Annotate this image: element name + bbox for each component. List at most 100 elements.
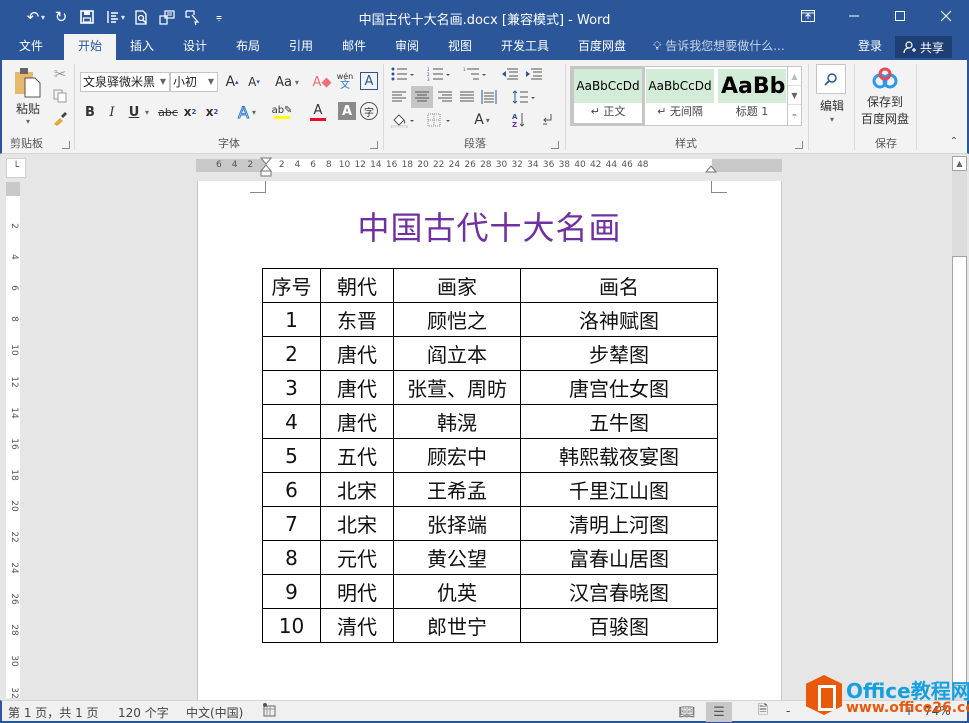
dynasty-cell[interactable]: 明代 xyxy=(320,574,394,609)
font-launcher-icon[interactable] xyxy=(370,141,378,149)
phonetic-guide-icon[interactable]: wén 文 xyxy=(334,70,356,92)
borders-icon[interactable] xyxy=(425,110,455,130)
paintings-table[interactable]: 序号 朝代 画家 画名 1 东晋 顾恺之 洛神赋图 2 唐代 阎立本 步辇图 3 唐代 张萱、周昉唐… xyxy=(262,268,718,643)
numbering-icon[interactable]: 123 xyxy=(425,64,455,84)
index-cell[interactable]: 2 xyxy=(262,336,321,371)
save-to-baidu-netdisk-button[interactable]: 保存到 百度网盘 xyxy=(856,64,914,130)
font-name-combobox[interactable]: 文泉驿微米黑 ▼ xyxy=(80,72,170,92)
painter-cell[interactable]: 顾宏中 xyxy=(393,438,521,473)
character-shading-icon[interactable]: A xyxy=(338,102,356,120)
tab-selector[interactable]: └ xyxy=(6,158,26,178)
underline-dropdown-icon[interactable]: ▾ xyxy=(142,102,152,122)
tab-baidu-netdisk[interactable]: 百度网盘 xyxy=(570,34,634,60)
minimize-button[interactable] xyxy=(831,0,877,32)
vertical-scrollbar[interactable]: ▲ xyxy=(952,156,967,700)
format-painter-icon[interactable] xyxy=(50,108,70,128)
line-spacing-icon[interactable] xyxy=(509,87,541,107)
web-layout-icon[interactable]: 🗎︎ xyxy=(750,702,776,722)
painting-cell[interactable]: 百骏图 xyxy=(520,608,718,643)
painting-cell[interactable]: 五牛图 xyxy=(520,404,718,439)
editing-dropdown-icon[interactable]: ▾ xyxy=(812,114,852,124)
right-indent-marker[interactable] xyxy=(705,165,717,173)
login-link[interactable]: 登录 xyxy=(858,34,882,60)
painting-cell[interactable]: 富春山居图 xyxy=(520,540,718,575)
scroll-up-icon[interactable]: ▲ xyxy=(952,156,967,171)
multilevel-list-icon[interactable]: 1 xyxy=(461,64,491,84)
bold-icon[interactable]: B xyxy=(80,102,100,122)
maximize-button[interactable] xyxy=(877,0,923,32)
align-left-icon[interactable] xyxy=(389,87,409,107)
clear-formatting-icon[interactable]: A◆ xyxy=(312,72,332,92)
first-line-indent-marker[interactable] xyxy=(260,157,272,177)
subscript-icon[interactable]: x2 xyxy=(180,102,200,122)
tab-references[interactable]: 引用 xyxy=(279,34,323,60)
paragraph-launcher-icon[interactable] xyxy=(551,141,559,149)
font-color-button[interactable]: A xyxy=(302,100,334,124)
painting-cell[interactable]: 汉宫春晓图 xyxy=(520,574,718,609)
painter-cell[interactable]: 张择端 xyxy=(393,506,521,541)
superscript-icon[interactable]: x2 xyxy=(202,102,222,122)
painting-cell[interactable]: 清明上河图 xyxy=(520,506,718,541)
header-cell[interactable]: 画家 xyxy=(393,268,521,303)
read-mode-icon[interactable]: 📖︎ xyxy=(674,702,700,722)
index-cell[interactable]: 6 xyxy=(262,472,321,507)
painting-cell[interactable]: 步辇图 xyxy=(520,336,718,371)
decrease-indent-icon[interactable] xyxy=(499,64,521,84)
tab-review[interactable]: 审阅 xyxy=(385,34,429,60)
collapse-ribbon-icon[interactable]: ⌃ xyxy=(946,134,962,148)
dynasty-cell[interactable]: 五代 xyxy=(320,438,394,473)
index-cell[interactable]: 5 xyxy=(262,438,321,473)
index-cell[interactable]: 9 xyxy=(262,574,321,609)
vertical-ruler[interactable]: 2 4 6 8 10 12 14 16 18 20 22 24 26 28 30 32 xyxy=(6,182,20,698)
index-cell[interactable]: 8 xyxy=(262,540,321,575)
header-cell[interactable]: 序号 xyxy=(262,268,321,303)
shrink-font-icon[interactable]: A ▾ xyxy=(244,72,264,92)
copy-icon[interactable] xyxy=(50,86,70,106)
painting-cell[interactable]: 千里江山图 xyxy=(520,472,718,507)
dynasty-cell[interactable]: 北宋 xyxy=(320,472,394,507)
close-button[interactable] xyxy=(923,0,969,32)
index-cell[interactable]: 10 xyxy=(262,608,321,643)
scrollbar-thumb[interactable] xyxy=(952,256,967,686)
painting-cell[interactable]: 洛神赋图 xyxy=(520,302,718,337)
horizontal-ruler[interactable]: 6 4 2 2 4 6 8 10 12 14 16 18 20 22 24 26 28 30 32 34 36 38 40 4… xyxy=(196,157,782,177)
dynasty-cell[interactable]: 北宋 xyxy=(320,506,394,541)
dynasty-cell[interactable]: 元代 xyxy=(320,540,394,575)
tab-home[interactable]: 开始 xyxy=(64,34,116,60)
dynasty-cell[interactable]: 唐代 xyxy=(320,370,394,405)
share-button[interactable]: 共享 xyxy=(895,36,952,58)
bullets-icon[interactable] xyxy=(389,64,419,84)
increase-indent-icon[interactable] xyxy=(523,64,545,84)
macro-record-icon[interactable] xyxy=(262,703,276,720)
dynasty-cell[interactable]: 唐代 xyxy=(320,336,394,371)
tab-insert[interactable]: 插入 xyxy=(120,34,164,60)
enclose-characters-icon[interactable]: 字 xyxy=(360,102,378,120)
font-size-combobox[interactable]: 小初 ▼ xyxy=(170,72,218,92)
document-page[interactable]: 中国古代十大名画 序号 朝代 画家 画名 1 东晋 顾恺之 洛神赋图 2 唐代 阎立本 步辇图… xyxy=(197,181,782,701)
painter-cell[interactable]: 黄公望 xyxy=(393,540,521,575)
painter-cell[interactable]: 郎世宁 xyxy=(393,608,521,643)
painter-cell[interactable]: 韩滉 xyxy=(393,404,521,439)
page-count[interactable]: 第 1 页，共 1 页 xyxy=(8,704,99,721)
document-heading[interactable]: 中国古代十大名画 xyxy=(198,203,781,249)
painter-cell[interactable]: 张萱、周昉 xyxy=(393,370,521,405)
painter-cell[interactable]: 仇英 xyxy=(393,574,521,609)
strikethrough-icon[interactable]: abc xyxy=(156,102,180,122)
painting-cell[interactable]: 唐宫仕女图 xyxy=(520,370,718,405)
dynasty-cell[interactable]: 唐代 xyxy=(320,404,394,439)
print-layout-icon[interactable]: ☰ xyxy=(706,702,732,722)
tab-mailings[interactable]: 邮件 xyxy=(332,34,376,60)
tab-developer[interactable]: 开发工具 xyxy=(494,34,556,60)
underline-icon[interactable]: U xyxy=(124,102,144,122)
tab-design[interactable]: 设计 xyxy=(173,34,217,60)
tab-file[interactable]: 文件 xyxy=(8,34,54,60)
index-cell[interactable]: 1 xyxy=(262,302,321,337)
styles-launcher-icon[interactable] xyxy=(795,141,803,149)
sort-icon[interactable]: AZ xyxy=(509,110,529,130)
tab-view[interactable]: 视图 xyxy=(438,34,482,60)
align-center-icon[interactable] xyxy=(411,86,433,108)
painter-cell[interactable]: 阎立本 xyxy=(393,336,521,371)
ribbon-display-options-button[interactable] xyxy=(785,0,831,32)
paste-button[interactable]: 粘贴 ▾ xyxy=(10,66,46,126)
painter-cell[interactable]: 王希孟 xyxy=(393,472,521,507)
